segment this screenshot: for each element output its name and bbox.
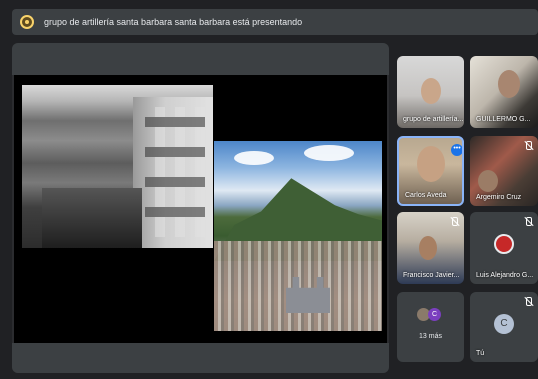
cloud bbox=[304, 145, 354, 161]
participant-avatar bbox=[494, 234, 514, 254]
participant-tile[interactable]: Argemiro Cruz bbox=[470, 136, 538, 206]
presenting-banner: grupo de artillería santa barbara santa … bbox=[12, 9, 538, 35]
mic-off-icon bbox=[449, 217, 459, 227]
participant-name: Argemiro Cruz bbox=[476, 194, 522, 201]
presenter-avatar-icon bbox=[20, 15, 34, 29]
cloud bbox=[234, 151, 274, 165]
self-avatar: C bbox=[494, 314, 514, 334]
presenting-banner-text: grupo de artillería santa barbara santa … bbox=[44, 17, 303, 27]
participant-video bbox=[421, 78, 441, 104]
more-participants-tile[interactable]: C 13 más bbox=[397, 292, 464, 362]
participant-tile[interactable]: Luis Alejandro G... bbox=[470, 212, 538, 284]
participant-name: grupo de artillería... bbox=[403, 116, 464, 123]
participant-name: Luis Alejandro G... bbox=[476, 272, 534, 279]
participant-name: GUILLERMO G... bbox=[476, 116, 531, 123]
participant-video bbox=[478, 170, 498, 192]
presentation-view[interactable] bbox=[12, 43, 389, 373]
participant-video bbox=[498, 70, 520, 98]
street bbox=[42, 188, 142, 248]
participant-video bbox=[417, 146, 445, 182]
more-participants-count: 13 más bbox=[419, 333, 442, 340]
participant-name: Francisco Javier... bbox=[403, 272, 460, 279]
presentation-bottom-bar bbox=[12, 343, 389, 373]
presentation-top-bar bbox=[12, 43, 389, 75]
colonial-building bbox=[133, 97, 213, 248]
city-panorama-photo bbox=[214, 141, 382, 331]
participant-name: Carlos Aveda bbox=[405, 192, 447, 199]
mic-off-icon bbox=[523, 217, 533, 227]
participant-name: Tú bbox=[476, 350, 485, 357]
participant-avatar: C bbox=[428, 308, 441, 321]
participant-tile[interactable]: Francisco Javier... bbox=[397, 212, 464, 284]
historic-street-photo bbox=[22, 85, 213, 248]
self-tile[interactable]: C Tú bbox=[470, 292, 538, 362]
more-options-button[interactable]: ••• bbox=[451, 144, 462, 156]
presentation-slide bbox=[14, 75, 387, 343]
participant-video bbox=[419, 236, 437, 260]
mic-off-icon bbox=[523, 297, 533, 307]
participant-tile-active[interactable]: ••• Carlos Aveda bbox=[397, 136, 464, 206]
participant-tile[interactable]: grupo de artillería... bbox=[397, 56, 464, 128]
participant-tile[interactable]: GUILLERMO G... bbox=[470, 56, 538, 128]
mic-off-icon bbox=[523, 141, 533, 151]
